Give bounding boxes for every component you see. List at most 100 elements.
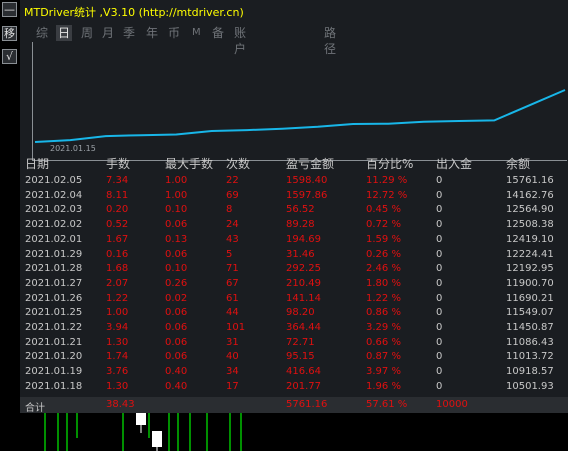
- cell-count: 40: [226, 351, 239, 363]
- tab-magic[interactable]: M: [192, 25, 201, 41]
- cell-count: 69: [226, 189, 239, 201]
- table-row: 2021.01.29 0.16 0.06 5 31.46 0.26 % 0 12224.41: [20, 248, 568, 261]
- cell-lots: 1.74: [106, 351, 129, 363]
- total-label: 合计: [25, 403, 45, 414]
- table-row: 2021.01.22 3.94 0.06 101 364.44 3.29 % 0 11450.…: [20, 321, 568, 334]
- tab-overview[interactable]: 综: [36, 25, 48, 41]
- chart-x-tick: 2021.01.15: [50, 144, 96, 153]
- cell-count: 101: [226, 322, 246, 333]
- cell-cash: 0: [436, 233, 443, 245]
- header-date: 日期: [25, 157, 50, 171]
- table-row: 2021.02.02 0.52 0.06 24 89.28 0.72 % 0 12508.38: [20, 218, 568, 231]
- cell-date: 2021.01.26: [25, 292, 83, 304]
- cell-cash: 0: [436, 380, 443, 392]
- cell-profit: 1598.40: [286, 175, 328, 186]
- cell-cash: 0: [436, 366, 443, 378]
- cell-maxlots: 0.13: [165, 233, 188, 245]
- cell-count: 8: [226, 204, 233, 216]
- tab-note[interactable]: 备: [212, 25, 224, 41]
- total-lots: 38.43: [106, 399, 135, 410]
- cell-date: 2021.01.20: [25, 351, 83, 363]
- cell-lots: 0.16: [106, 248, 129, 260]
- cell-lots: 1.30: [106, 336, 129, 348]
- tab-year[interactable]: 年: [146, 25, 158, 41]
- panel-title: MTDriver统计 ,V3.10 (http://mtdriver.cn): [24, 6, 244, 19]
- cell-date: 2021.02.03: [25, 204, 83, 216]
- header-count: 次数: [226, 157, 251, 171]
- tab-quarter[interactable]: 季: [123, 25, 135, 41]
- cell-count: 17: [226, 380, 239, 392]
- cell-balance: 10918.57: [506, 366, 554, 378]
- cell-date: 2021.02.02: [25, 219, 83, 231]
- tab-currency[interactable]: 币: [168, 25, 180, 41]
- cell-cash: 0: [436, 336, 443, 348]
- cell-date: 2021.02.04: [25, 189, 83, 201]
- cell-balance: 12564.90: [506, 204, 554, 216]
- cell-balance: 12192.95: [506, 263, 554, 275]
- balance-line-chart: [34, 89, 566, 143]
- cell-percent: 1.80 %: [366, 277, 401, 289]
- cell-percent: 0.86 %: [366, 307, 401, 319]
- cell-balance: 12508.38: [506, 219, 554, 231]
- tab-account[interactable]: 账户: [234, 25, 246, 56]
- total-profit: 5761.16: [286, 399, 328, 410]
- cell-maxlots: 0.06: [165, 351, 188, 363]
- cell-cash: 0: [436, 277, 443, 289]
- cell-profit: 364.44: [286, 322, 321, 333]
- tab-month[interactable]: 月: [102, 25, 114, 41]
- cell-maxlots: 1.00: [165, 175, 188, 186]
- cell-percent: 1.59 %: [366, 233, 401, 245]
- cell-balance: 10501.93: [506, 380, 554, 392]
- header-profit: 盈亏金额: [286, 157, 335, 171]
- cell-count: 24: [226, 219, 239, 231]
- cell-profit: 416.64: [286, 366, 321, 378]
- cell-cash: 0: [436, 292, 443, 304]
- cell-maxlots: 0.40: [165, 380, 188, 392]
- header-cash: 出入金: [436, 157, 473, 171]
- stats-panel: MTDriver统计 ,V3.10 (http://mtdriver.cn) 综…: [20, 0, 568, 414]
- total-row: 合计 38.43 5761.16 57.61 % 10000: [20, 397, 568, 414]
- table-row: 2021.01.28 1.68 0.10 71 292.25 2.46 % 0 12192.9…: [20, 262, 568, 275]
- cell-percent: 0.72 %: [366, 219, 401, 231]
- total-percent: 57.61 %: [366, 399, 408, 410]
- cell-cash: 0: [436, 219, 443, 231]
- cell-maxlots: 0.10: [165, 263, 188, 275]
- cell-lots: 1.67: [106, 233, 129, 245]
- cell-date: 2021.02.05: [25, 175, 83, 186]
- cell-maxlots: 0.06: [165, 336, 188, 348]
- cell-lots: 1.00: [106, 307, 129, 319]
- candle-body: [152, 431, 162, 447]
- cell-profit: 141.14: [286, 292, 321, 304]
- candle-body: [136, 413, 146, 425]
- cell-balance: 11013.72: [506, 351, 554, 363]
- tab-path[interactable]: 路径: [324, 25, 336, 56]
- table-row: 2021.01.25 1.00 0.06 44 98.20 0.86 % 0 11549.07: [20, 306, 568, 319]
- cell-maxlots: 0.10: [165, 204, 188, 216]
- cell-balance: 12224.41: [506, 248, 554, 260]
- table-row: 2021.02.03 0.20 0.10 8 56.52 0.45 % 0 12564.90: [20, 203, 568, 216]
- total-cash: 10000: [436, 399, 468, 410]
- move-button[interactable]: 移: [2, 26, 17, 41]
- cell-profit: 201.77: [286, 380, 321, 392]
- cell-profit: 95.15: [286, 351, 315, 363]
- cell-date: 2021.01.22: [25, 322, 83, 333]
- tab-week[interactable]: 周: [81, 25, 93, 41]
- cell-balance: 11900.70: [506, 277, 554, 289]
- cell-balance: 14162.76: [506, 189, 554, 201]
- cell-count: 5: [226, 248, 233, 260]
- cell-balance: 11450.87: [506, 322, 554, 333]
- header-balance: 余额: [506, 157, 531, 171]
- cell-lots: 2.07: [106, 277, 129, 289]
- cell-profit: 56.52: [286, 204, 315, 216]
- check-toggle[interactable]: √: [2, 49, 17, 64]
- cell-count: 22: [226, 175, 239, 186]
- cell-maxlots: 0.02: [165, 292, 188, 304]
- tab-day[interactable]: 日: [56, 25, 73, 41]
- minimize-button[interactable]: —: [2, 2, 17, 17]
- cell-lots: 8.11: [106, 189, 129, 201]
- cell-percent: 3.29 %: [366, 322, 401, 333]
- cell-percent: 0.45 %: [366, 204, 401, 216]
- cell-lots: 3.94: [106, 322, 129, 333]
- cell-cash: 0: [436, 248, 443, 260]
- cell-profit: 31.46: [286, 248, 315, 260]
